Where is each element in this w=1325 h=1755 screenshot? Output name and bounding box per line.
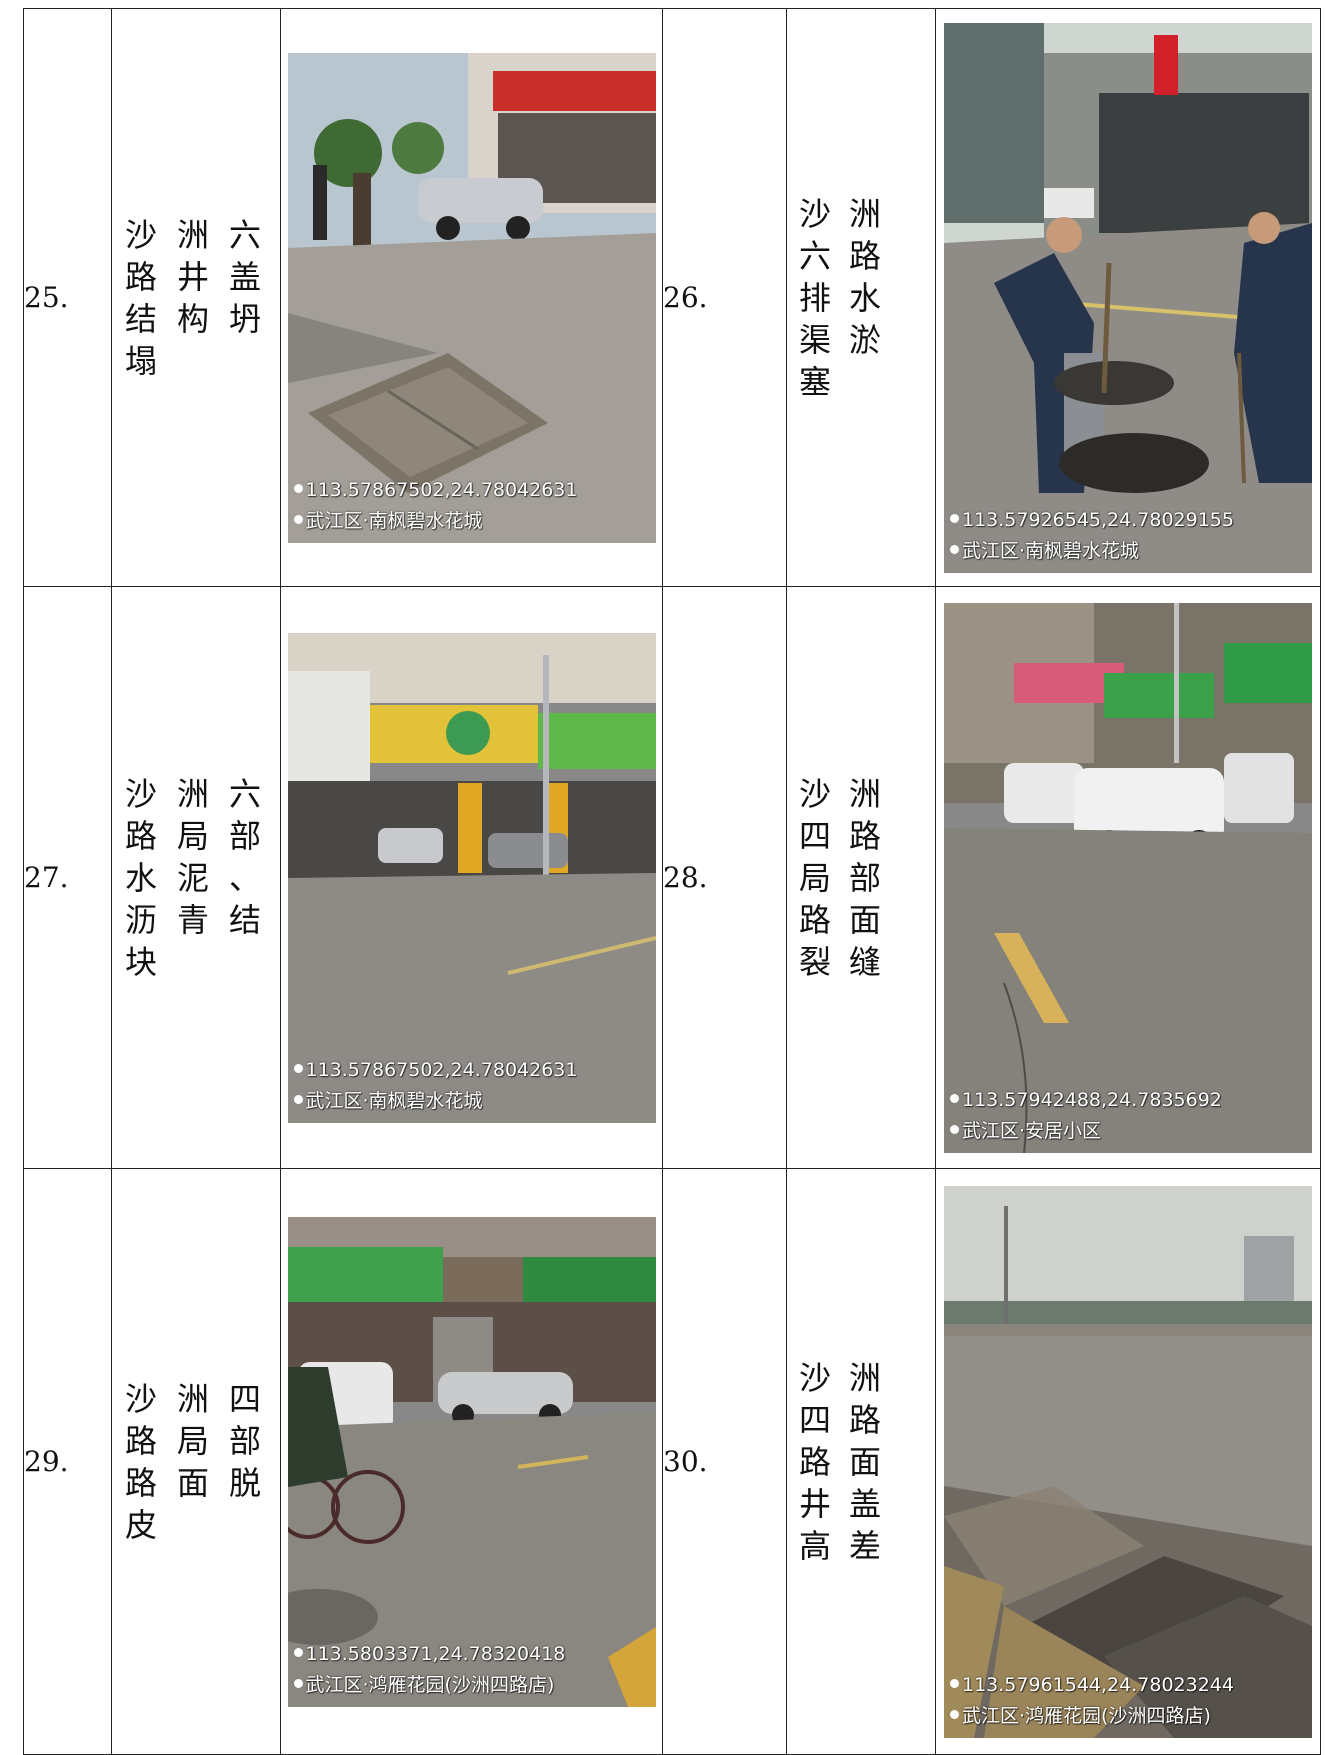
manhole-covers-pavement-scene xyxy=(944,1185,1312,1738)
photo-location: 武江区·南枫碧水花城 xyxy=(950,536,1234,567)
inspection-table: 25. 沙洲六路井盖结构坍塌 113.57867502,24.78042631 … xyxy=(23,8,1321,1755)
gps-coordinates: 113.57867502,24.78042631 xyxy=(293,1055,577,1086)
item-number-cell: 30. xyxy=(662,1168,787,1755)
photo-cell: 113.57867502,24.78042631 武江区·南枫碧水花城 xyxy=(280,586,663,1169)
table-row: 27. 沙洲六路局部水泥、沥青结块 113.57867502,24.780426… xyxy=(23,586,1321,1169)
site-photo: 113.57926545,24.78029155 武江区·南枫碧水花城 xyxy=(944,22,1312,573)
street-parked-vans-scene xyxy=(944,602,1312,1153)
item-number-cell: 27. xyxy=(23,586,112,1169)
item-number-cell: 29. xyxy=(23,1168,112,1755)
workers-drain-cleaning-scene xyxy=(944,22,1312,573)
photo-cell: 113.57926545,24.78029155 武江区·南枫碧水花城 xyxy=(935,8,1321,587)
gps-coordinates: 113.57942488,24.7835692 xyxy=(950,1085,1222,1116)
issue-description: 沙洲四路局部路面裂缝 xyxy=(799,774,900,981)
item-number: 26. xyxy=(663,281,708,314)
issue-description: 沙洲六路局部水泥、沥青结块 xyxy=(125,774,266,981)
manhole-cover-sidewalk-scene xyxy=(287,52,656,543)
photo-watermark: 113.57926545,24.78029155 武江区·南枫碧水花城 xyxy=(950,505,1234,567)
gps-coordinates: 113.57867502,24.78042631 xyxy=(293,475,577,506)
issue-description: 沙洲六路井盖结构坍塌 xyxy=(125,215,266,380)
item-number-cell: 25. xyxy=(23,8,112,587)
issue-description-cell: 沙洲四路局部路面脱皮 xyxy=(111,1168,281,1755)
site-photo: 113.57942488,24.7835692 武江区·安居小区 xyxy=(944,602,1312,1153)
photo-watermark: 113.57942488,24.7835692 武江区·安居小区 xyxy=(950,1085,1222,1147)
item-number: 30. xyxy=(663,1445,708,1478)
photo-watermark: 113.57961544,24.78023244 武江区·鸿雁花园(沙洲四路店) xyxy=(950,1670,1234,1732)
item-number: 25. xyxy=(24,281,69,314)
photo-location: 武江区·安居小区 xyxy=(950,1116,1222,1147)
item-number: 28. xyxy=(663,861,708,894)
table-row: 29. 沙洲四路局部路面脱皮 113.5803371,24.78320418 武… xyxy=(23,1168,1321,1755)
site-photo: 113.57867502,24.78042631 武江区·南枫碧水花城 xyxy=(287,632,656,1123)
street-shops-bicycle-scene xyxy=(287,1216,656,1707)
photo-location: 武江区·南枫碧水花城 xyxy=(293,1086,578,1117)
issue-description-cell: 沙洲六路局部水泥、沥青结块 xyxy=(111,586,281,1169)
photo-cell: 113.57942488,24.7835692 武江区·安居小区 xyxy=(935,586,1321,1169)
issue-description-cell: 沙洲四路局部路面裂缝 xyxy=(786,586,936,1169)
inspection-sheet: 25. 沙洲六路井盖结构坍塌 113.57867502,24.78042631 … xyxy=(0,0,1325,1755)
issue-description-cell: 沙洲六路排水渠淤塞 xyxy=(786,8,936,587)
issue-description-cell: 沙洲六路井盖结构坍塌 xyxy=(111,8,281,587)
item-number: 29. xyxy=(24,1445,69,1478)
site-photo: 113.5803371,24.78320418 武江区·鸿雁花园(沙洲四路店) xyxy=(287,1216,656,1707)
gps-coordinates: 113.57926545,24.78029155 xyxy=(950,505,1234,536)
photo-location: 武江区·鸿雁花园(沙洲四路店) xyxy=(950,1701,1234,1732)
photo-watermark: 113.57867502,24.78042631 武江区·南枫碧水花城 xyxy=(293,1055,578,1117)
item-number-cell: 26. xyxy=(662,8,787,587)
issue-description: 沙洲四路路面井盖高差 xyxy=(799,1358,900,1565)
gps-coordinates: 113.5803371,24.78320418 xyxy=(293,1639,565,1670)
photo-watermark: 113.5803371,24.78320418 武江区·鸿雁花园(沙洲四路店) xyxy=(293,1639,566,1701)
photo-location: 武江区·鸿雁花园(沙洲四路店) xyxy=(293,1670,566,1701)
photo-location: 武江区·南枫碧水花城 xyxy=(293,506,578,537)
gps-coordinates: 113.57961544,24.78023244 xyxy=(950,1670,1234,1701)
site-photo: 113.57961544,24.78023244 武江区·鸿雁花园(沙洲四路店) xyxy=(944,1185,1312,1738)
storefront-street-scene xyxy=(287,632,656,1123)
photo-watermark: 113.57867502,24.78042631 武江区·南枫碧水花城 xyxy=(293,475,578,537)
site-photo: 113.57867502,24.78042631 武江区·南枫碧水花城 xyxy=(287,52,656,543)
photo-cell: 113.57961544,24.78023244 武江区·鸿雁花园(沙洲四路店) xyxy=(935,1168,1321,1755)
item-number: 27. xyxy=(24,861,69,894)
issue-description: 沙洲四路局部路面脱皮 xyxy=(125,1379,266,1544)
item-number-cell: 28. xyxy=(662,586,787,1169)
table-row: 25. 沙洲六路井盖结构坍塌 113.57867502,24.78042631 … xyxy=(23,8,1321,587)
issue-description: 沙洲六路排水渠淤塞 xyxy=(799,194,900,401)
issue-description-cell: 沙洲四路路面井盖高差 xyxy=(786,1168,936,1755)
photo-cell: 113.57867502,24.78042631 武江区·南枫碧水花城 xyxy=(280,8,663,587)
photo-cell: 113.5803371,24.78320418 武江区·鸿雁花园(沙洲四路店) xyxy=(280,1168,663,1755)
